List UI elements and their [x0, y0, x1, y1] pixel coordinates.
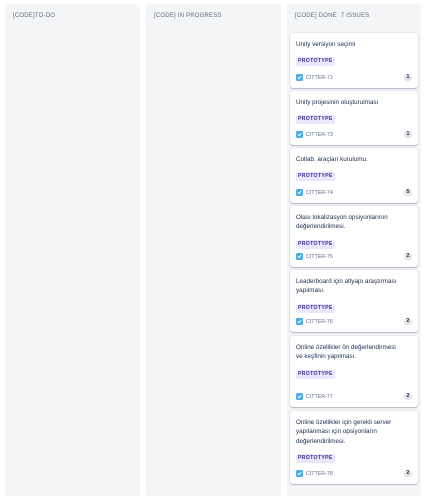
card-summary: Unity projesinin oluşturulması [296, 99, 379, 106]
card-footer: CITTER-74 5 [296, 188, 412, 197]
issue-key-link[interactable]: CITTER-77 [306, 394, 333, 400]
card-footer: CITTER-76 2 [296, 317, 412, 326]
column-header-todo: [CODE]TO-DO [13, 13, 134, 19]
issue-card[interactable]: Leaderboard için altyapı araştırması yap… [290, 270, 418, 332]
epic-tag: PROTOTYPE [296, 454, 335, 464]
task-checkbox-icon [296, 253, 303, 260]
card-footer: CITTER-75 2 [296, 252, 412, 261]
epic-tag: PROTOTYPE [296, 172, 335, 182]
story-points-badge: 2 [404, 253, 412, 260]
issue-key-link[interactable]: CITTER-73 [306, 132, 333, 138]
story-points-badge: 1 [404, 74, 412, 81]
epic-tag: PROTOTYPE [296, 369, 335, 379]
card-footer: CITTER-78 2 [296, 469, 412, 478]
card-summary: Leaderboard için altyapı araştırması yap… [296, 278, 397, 295]
issue-card[interactable]: Olası lokalizasyon opsiyonlarının değerl… [290, 206, 418, 267]
task-checkbox-icon [296, 318, 303, 325]
column-header-done: [CODE] DONE 7 ISSUES [295, 13, 415, 19]
task-checkbox-icon [296, 189, 303, 196]
task-checkbox-icon [296, 393, 303, 400]
issue-key-link[interactable]: CITTER-78 [306, 471, 333, 477]
column-in-progress: [CODE] IN PROGRESS [146, 4, 281, 496]
column-title: [CODE]TO-DO [13, 13, 56, 19]
column-done: [CODE] DONE 7 ISSUES Unity versiyon seçi… [287, 4, 421, 496]
issue-key-link[interactable]: CITTER-72 [306, 75, 333, 81]
story-points-badge: 5 [404, 189, 412, 196]
card-summary: Olası lokalizasyon opsiyonlarının değerl… [296, 214, 388, 231]
card-summary: Collab. araçları kurulumu. [296, 156, 368, 163]
column-title: [CODE] DONE [295, 13, 337, 19]
epic-tag: PROTOTYPE [296, 239, 335, 249]
card-footer: CITTER-77 2 [296, 392, 412, 401]
issue-card[interactable]: Unity versiyon seçimi PROTOTYPE CITTER-7… [290, 33, 418, 88]
task-checkbox-icon [296, 74, 303, 81]
story-points-badge: 2 [404, 470, 412, 477]
card-summary: Unity versiyon seçimi [296, 41, 356, 48]
epic-tag: PROTOTYPE [296, 115, 335, 125]
story-points-badge: 2 [404, 393, 412, 400]
column-todo: [CODE]TO-DO [5, 4, 140, 496]
card-summary: Online özellikler ön değerlendirmesi ve … [296, 344, 396, 361]
column-header-in-progress: [CODE] IN PROGRESS [154, 13, 275, 19]
task-checkbox-icon [296, 131, 303, 138]
story-points-badge: 2 [404, 318, 412, 325]
card-summary: Online özellikler için gerekli server ya… [296, 419, 392, 445]
issue-card[interactable]: Online özellikler ön değerlendirmesi ve … [290, 336, 418, 407]
issue-card[interactable]: Collab. araçları kurulumu. PROTOTYPE CIT… [290, 148, 418, 203]
column-title: [CODE] IN PROGRESS [154, 13, 222, 19]
issue-key-link[interactable]: CITTER-76 [306, 319, 333, 325]
epic-tag: PROTOTYPE [296, 303, 335, 313]
story-points-badge: 1 [404, 131, 412, 138]
issue-card[interactable]: Unity projesinin oluşturulması PROTOTYPE… [290, 91, 418, 145]
task-checkbox-icon [296, 470, 303, 477]
issue-key-link[interactable]: CITTER-74 [306, 190, 333, 196]
epic-tag: PROTOTYPE [296, 57, 335, 67]
issue-key-link[interactable]: CITTER-75 [306, 254, 333, 260]
card-footer: CITTER-73 1 [296, 130, 412, 139]
card-footer: CITTER-72 1 [296, 73, 412, 82]
issue-card[interactable]: Online özellikler için gerekli server ya… [290, 411, 418, 484]
column-issue-count: 7 ISSUES [340, 13, 370, 19]
